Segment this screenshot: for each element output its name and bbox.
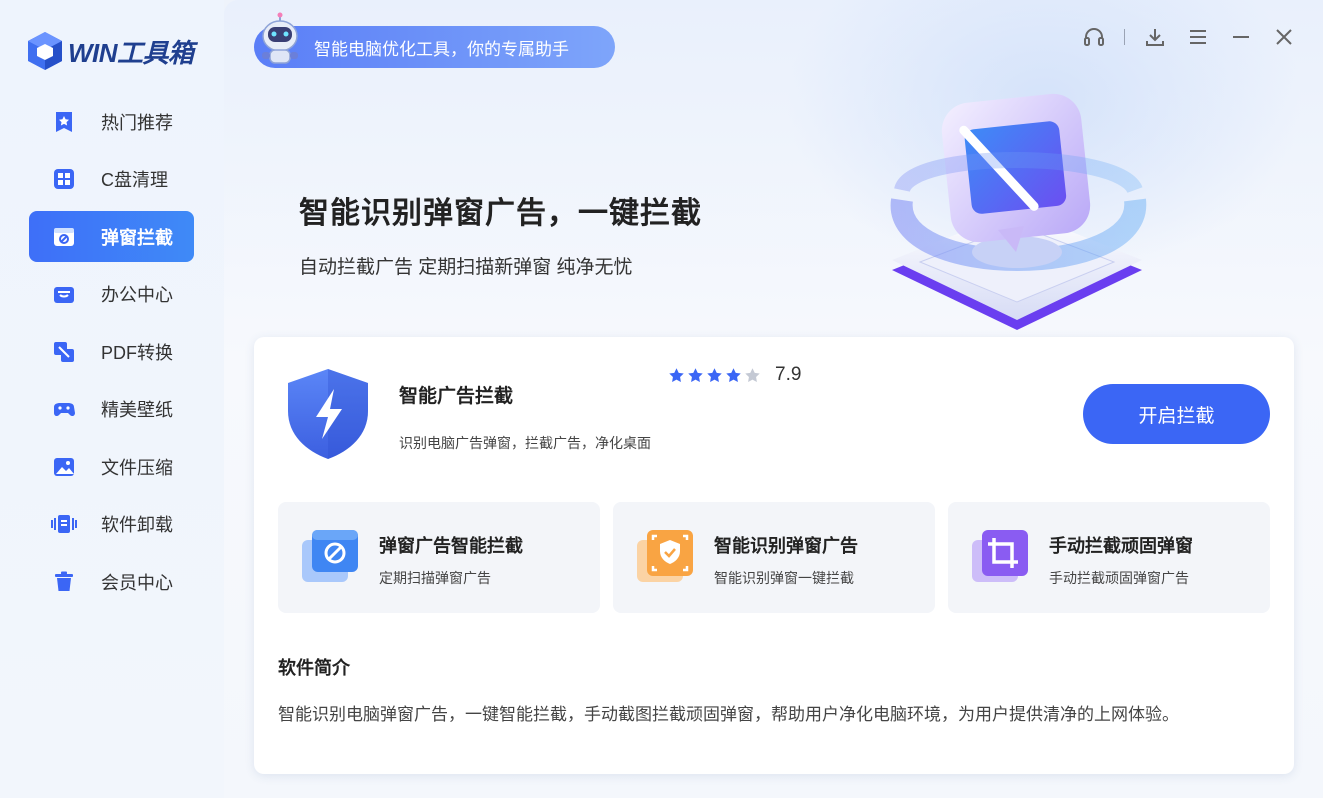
feature-card[interactable]: 智能识别弹窗广告 智能识别弹窗一键拦截 (613, 502, 935, 613)
sidebar-item-label: 文件压缩 (101, 457, 173, 478)
uninstall-icon (51, 511, 77, 537)
sidebar-item-label: 热门推荐 (101, 112, 173, 133)
window-controls (1064, 24, 1297, 50)
sidebar-item-pdf[interactable]: PDF转换 (29, 326, 194, 377)
download-icon[interactable] (1142, 24, 1168, 50)
sidebar-item-label: C盘清理 (101, 170, 168, 190)
feature-subtitle: 手动拦截顽固弹窗广告 (1049, 570, 1189, 586)
star-filled-icon (669, 367, 684, 382)
rating: 7.9 (668, 364, 801, 386)
menu-icon[interactable] (1185, 24, 1211, 50)
block-window-icon (302, 530, 358, 582)
feature-card[interactable]: 弹窗广告智能拦截 定期扫描弹窗广告 (278, 502, 600, 613)
sidebar-item-hot[interactable]: 热门推荐 (29, 96, 194, 147)
rating-stars (668, 367, 763, 384)
star-filled-icon (726, 367, 741, 382)
popup-block-icon (51, 224, 77, 250)
star-filled-icon (688, 367, 703, 382)
sidebar-item-member[interactable]: 会员中心 (29, 556, 194, 607)
shield-lightning-icon (288, 369, 368, 459)
feature-title: 智能识别弹窗广告 (714, 536, 858, 556)
hero-title: 智能识别弹窗广告，一键拦截 (299, 197, 702, 230)
banner-pill: 智能电脑优化工具，你的专属助手 (254, 12, 615, 68)
minimize-icon[interactable] (1228, 24, 1254, 50)
app-logo: WIN工具箱 (26, 30, 194, 72)
sidebar-item-label: 会员中心 (101, 572, 173, 593)
sidebar-item-office[interactable]: 办公中心 (29, 269, 194, 320)
sidebar-item-compress[interactable]: 文件压缩 (29, 441, 194, 492)
feature-subtitle: 智能识别弹窗一键拦截 (714, 570, 854, 586)
sidebar-item-c-clean[interactable]: C盘清理 (29, 154, 194, 205)
image-icon (51, 454, 77, 480)
logo-text: WIN工具箱 (68, 37, 194, 68)
sidebar-item-label: 精美壁纸 (101, 400, 173, 420)
sidebar-item-label: 软件卸载 (101, 515, 173, 535)
intro-text: 智能识别电脑弹窗广告，一键智能拦截，手动截图拦截顽固弹窗，帮助用户净化电脑环境，… (278, 705, 1179, 724)
tool-name: 智能广告拦截 (399, 386, 514, 407)
banner-text: 智能电脑优化工具，你的专属助手 (314, 39, 569, 59)
intro-title: 软件简介 (278, 658, 350, 678)
controls-divider (1124, 29, 1125, 45)
crop-icon (972, 530, 1028, 582)
star-empty-icon (745, 367, 760, 382)
feature-subtitle: 定期扫描弹窗广告 (379, 570, 491, 586)
sidebar-item-popup-block[interactable]: 弹窗拦截 (29, 211, 194, 262)
close-icon[interactable] (1271, 24, 1297, 50)
gamepad-icon (51, 396, 77, 422)
trash-icon (51, 569, 77, 595)
star-filled-icon (707, 367, 722, 382)
feature-list: 弹窗广告智能拦截 定期扫描弹窗广告 智能识别弹窗广告 智能识别弹窗一键拦截 手动… (278, 502, 1283, 613)
briefcase-icon (51, 281, 77, 307)
robot-mascot-icon (262, 12, 298, 64)
grid-icon (51, 166, 77, 192)
feature-title: 手动拦截顽固弹窗 (1049, 536, 1193, 556)
sidebar-item-uninstall[interactable]: 软件卸载 (29, 499, 194, 550)
feature-card[interactable]: 手动拦截顽固弹窗 手动拦截顽固弹窗广告 (948, 502, 1270, 613)
convert-icon (51, 339, 77, 365)
hero-illustration (890, 93, 1147, 330)
sidebar-item-wallpaper[interactable]: 精美壁纸 (29, 384, 194, 435)
tool-card: 智能广告拦截 识别电脑广告弹窗，拦截广告，净化桌面 7.9 开启拦截 弹窗广告智… (254, 337, 1294, 774)
rating-value: 7.9 (775, 364, 802, 385)
shield-scan-icon (637, 530, 693, 582)
hero-subtitle: 自动拦截广告 定期扫描新弹窗 纯净无忧 (299, 257, 633, 278)
logo-icon (28, 32, 62, 70)
sidebar-item-label: PDF转换 (101, 342, 173, 363)
headset-icon[interactable] (1081, 24, 1107, 50)
sidebar-nav: 热门推荐 C盘清理 弹窗拦截 办公中心 PDF转换 精美壁纸 文件压缩 软件卸载… (29, 96, 194, 614)
sidebar: WIN工具箱 热门推荐 C盘清理 弹窗拦截 办公中心 PDF转换 精美壁纸 文件… (0, 0, 224, 798)
tool-description: 识别电脑广告弹窗，拦截广告，净化桌面 (399, 435, 651, 451)
enable-block-button[interactable]: 开启拦截 (1083, 384, 1270, 444)
feature-title: 弹窗广告智能拦截 (379, 536, 523, 556)
star-badge-icon (51, 109, 77, 135)
sidebar-item-label: 弹窗拦截 (101, 227, 173, 248)
sidebar-item-label: 办公中心 (101, 285, 173, 305)
